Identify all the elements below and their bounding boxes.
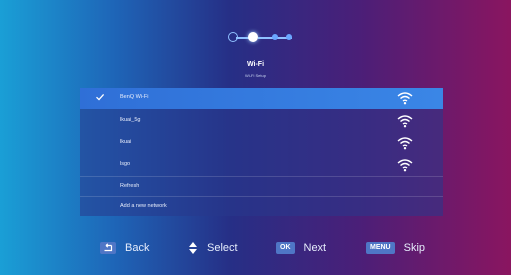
page-subtitle: Wi-Fi Setup [245,73,266,78]
select-hint[interactable]: Select [188,235,238,260]
next-label: Next [303,241,327,254]
remote-hints-bar: Back Select OK Next MENU Skip [0,235,511,260]
stepper-step-2-active [248,32,258,42]
wifi-setup-screen: Wi-Fi Wi-Fi Setup BenQ Wi-Fi lkuai_5g lk… [0,0,511,275]
menu-key-badge: MENU [366,241,395,254]
ok-key-badge: OK [276,241,295,254]
checkmark-icon [96,93,105,101]
network-item[interactable]: lkuai_5g [80,111,443,132]
network-item[interactable]: lsgo [80,155,443,176]
refresh-item[interactable]: Refresh [80,176,443,198]
network-name: lkuai [120,139,132,145]
back-arrow-icon [100,241,116,254]
next-hint[interactable]: OK Next [276,235,326,260]
up-down-arrows-icon [189,241,197,254]
select-label: Select [207,241,238,254]
wifi-signal-icon [397,92,413,105]
wifi-signal-icon [397,115,413,128]
page-title: Wi-Fi [246,61,265,68]
network-name: lkuai_5g [120,117,141,123]
network-item-selected[interactable]: BenQ Wi-Fi [80,88,443,109]
network-name: lsgo [120,161,131,167]
network-list-panel: BenQ Wi-Fi lkuai_5g lkuai lsgo Refresh A… [80,88,443,216]
skip-label: Skip [403,241,426,254]
wifi-signal-icon [397,137,413,150]
setup-progress-stepper [228,31,294,45]
wifi-signal-icon [397,159,413,172]
add-network-item[interactable]: Add a new network [80,196,443,218]
skip-hint[interactable]: MENU Skip [366,235,425,260]
back-label: Back [125,241,150,254]
network-name: BenQ Wi-Fi [120,94,149,100]
refresh-label: Refresh [120,183,140,189]
stepper-step-4 [286,34,292,40]
stepper-step-1 [228,32,238,42]
add-network-label: Add a new network [120,203,167,209]
stepper-step-3 [272,34,278,40]
back-hint[interactable]: Back [100,235,149,260]
network-item[interactable]: lkuai [80,133,443,154]
